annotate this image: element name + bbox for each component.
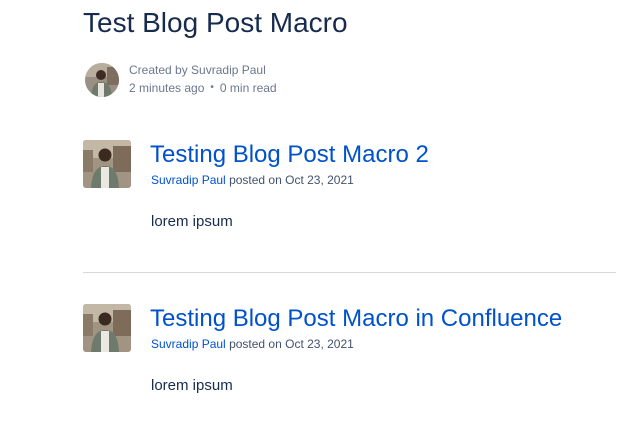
byline-time: 2 minutes ago: [129, 81, 205, 95]
post-excerpt: lorem ipsum: [151, 213, 233, 230]
post-divider: [83, 272, 616, 273]
page-title: Test Blog Post Macro: [83, 7, 348, 38]
post-excerpt: lorem ipsum: [151, 377, 233, 394]
post-author-link[interactable]: Suvradip Paul: [151, 337, 226, 351]
byline-created: Created by Suvradip Paul: [129, 62, 266, 78]
blog-post-item: Testing Blog Post Macro in Confluence Su…: [83, 304, 616, 394]
post-date: posted on Oct 23, 2021: [229, 173, 354, 187]
post-date: posted on Oct 23, 2021: [229, 337, 354, 351]
byline-read-time: 0 min read: [219, 81, 277, 95]
user-avatar-icon[interactable]: [83, 140, 131, 188]
blog-post-item: Testing Blog Post Macro 2 Suvradip Paul …: [83, 140, 616, 230]
post-title-link[interactable]: Testing Blog Post Macro 2: [150, 140, 429, 170]
post-author-link[interactable]: Suvradip Paul: [151, 173, 226, 187]
byline-meta: 2 minutes ago • 0 min read: [129, 80, 277, 96]
byline-separator: •: [210, 82, 214, 93]
post-meta: Suvradip Paul posted on Oct 23, 2021: [151, 336, 354, 352]
user-avatar-icon[interactable]: [83, 304, 131, 352]
created-by-label: Created by: [129, 63, 188, 77]
user-avatar-icon[interactable]: [85, 63, 119, 97]
post-meta: Suvradip Paul posted on Oct 23, 2021: [151, 172, 354, 188]
post-title-link[interactable]: Testing Blog Post Macro in Confluence: [150, 304, 562, 334]
byline-author[interactable]: Suvradip Paul: [191, 63, 266, 77]
